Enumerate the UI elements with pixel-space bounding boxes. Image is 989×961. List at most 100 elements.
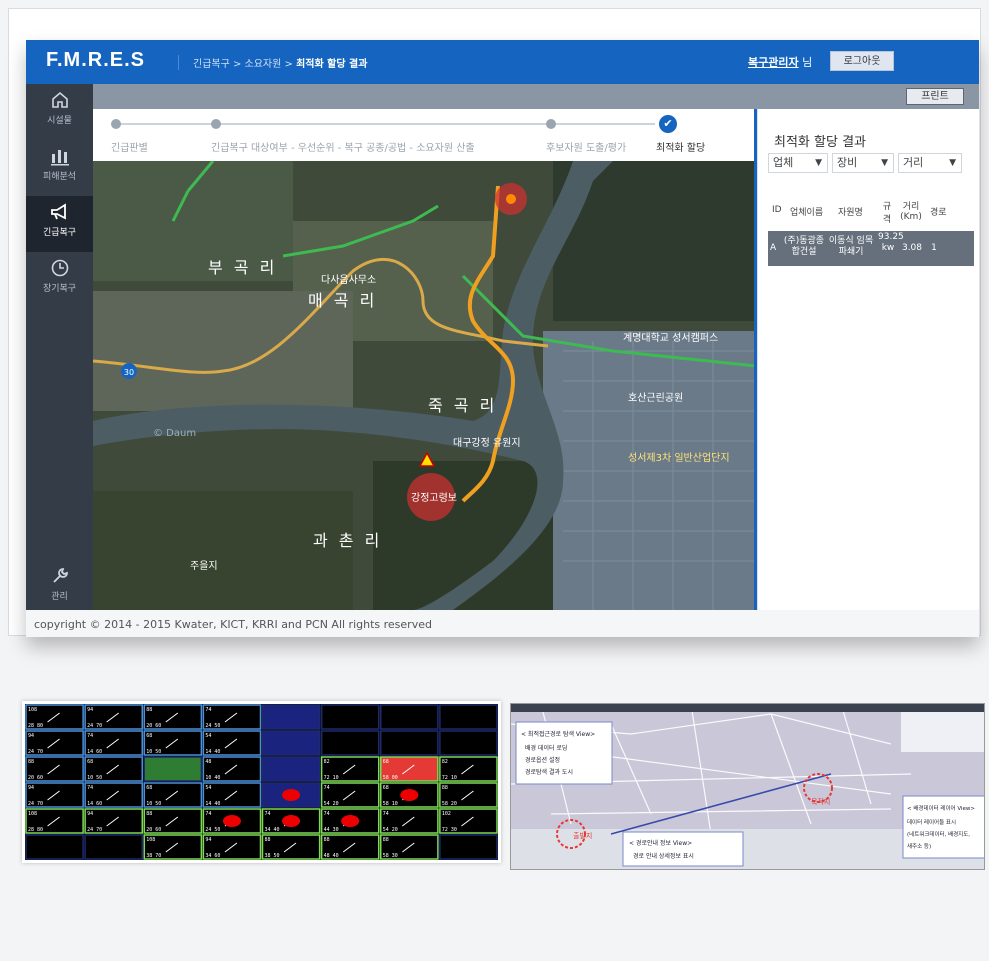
app-logo[interactable]: F.M.R.E.S [46, 49, 145, 72]
sidebar-label: 시설물 [47, 116, 72, 126]
step-label[interactable]: 긴급판별 [111, 139, 148, 154]
grid-cell-value: 14 60 [87, 749, 102, 755]
grid-cell-value: 94 [28, 785, 34, 791]
map-poi: 주을지 [190, 560, 218, 572]
logout-button[interactable]: 로그아웃 [830, 51, 894, 71]
panel-title: 최적화 할당 결과 [774, 135, 866, 150]
grid-hazard-marker [341, 815, 360, 827]
print-button[interactable]: 프린트 [906, 88, 964, 105]
grid-cell-value: 24 50 [205, 827, 220, 833]
grid-cell [439, 704, 498, 730]
map-poi: 호산근린공원 [628, 392, 683, 404]
grid-cell-value: 38 50 [265, 853, 280, 859]
grid-cell-value: 74 [265, 811, 271, 817]
user-info: 복구관리자 님 [748, 54, 812, 70]
grid-cell-value: 94 [87, 707, 93, 713]
grid-cell-value: 24 70 [28, 801, 43, 807]
column-header: 거리(Km) [900, 202, 922, 222]
grid-cell [320, 730, 380, 756]
grid-cell-value: 10 40 [205, 775, 220, 781]
start-label: 출발지 [573, 831, 592, 840]
select-value: 업체 [773, 156, 794, 169]
map-label: 매 곡 리 [308, 291, 377, 310]
grid-cell-value: 68 [146, 785, 152, 791]
box-item: (네트워크데이터, 배경지도, [907, 830, 970, 838]
sidebar-item-facilities[interactable]: 시설물 [26, 84, 93, 140]
grid-cell-value: 48 [205, 759, 211, 765]
sidebar: 시설물 피해분석 긴급복구 장기복구 관리 [26, 84, 93, 610]
table-row[interactable]: A (주)동광종합건설 이동식 임목파쇄기 93.25 kw 3.08 1 [768, 231, 974, 266]
grid-cell-value: 58 10 [383, 801, 398, 807]
box-item: 경로옵션 설정 [525, 756, 560, 764]
box-title: < 최적접근경로 탐색 View> [521, 730, 595, 738]
result-panel: 최적화 할당 결과 업체 ▼ 장비 ▼ 거리 ▼ ID 업체이름 자원명 규격 거리(… [757, 109, 979, 610]
grid-hazard-marker [222, 815, 241, 827]
grid-hazard-marker [282, 789, 301, 801]
box-item: 배경 데이터 로딩 [525, 744, 567, 752]
grid-cell-value: 24 50 [205, 723, 220, 729]
road-number: 30 [124, 368, 134, 377]
destination-label: 목적지 [811, 797, 830, 806]
grid-cell-value: 68 [383, 785, 389, 791]
grid-cell-value: 88 [28, 759, 34, 765]
select-value: 장비 [837, 156, 858, 169]
grid-cell-value: 24 70 [28, 749, 43, 755]
filter-equipment-select[interactable]: 장비 ▼ [832, 153, 894, 173]
filter-distance-select[interactable]: 거리 ▼ [898, 153, 962, 173]
grid-cell-value: 94 [28, 733, 34, 739]
map-label: 과 촌 리 [313, 531, 382, 550]
satellite-map[interactable]: 30 부 곡 리 매 곡 리 죽 곡 리 과 촌 리 다사읍사무소 계명대학교 … [93, 161, 756, 610]
sidebar-item-admin[interactable]: 관리 [26, 560, 93, 616]
grid-cell-value: 20 60 [28, 775, 43, 781]
wrench-icon [52, 568, 68, 583]
grid-cell [380, 704, 439, 730]
sidebar-item-emergency-recovery[interactable]: 긴급복구 [26, 196, 93, 252]
grid-cell-value: 58 20 [442, 801, 457, 807]
filter-company-select[interactable]: 업체 ▼ [768, 153, 828, 173]
sidebar-label: 관리 [51, 592, 68, 602]
step-dot [111, 119, 121, 129]
grid-cell-value: 48 40 [324, 853, 339, 859]
grid-cell-value: 94 [87, 811, 93, 817]
step-dot [546, 119, 556, 129]
grid-cell-value: 54 [205, 785, 211, 791]
step-dot [211, 119, 221, 129]
box-item: 경로탐색 결과 도시 [525, 768, 573, 776]
box-title: < 배경데이터 레이어 View> [907, 804, 975, 812]
select-value: 거리 [903, 156, 924, 169]
grid-cell-value: 24 70 [87, 723, 102, 729]
grid-cell-value: 58 30 [383, 853, 398, 859]
step-label[interactable]: 후보자원 도출/평가 [546, 139, 626, 154]
map-poi: 다사읍사무소 [321, 274, 376, 286]
grid-cell-value: 24 70 [87, 827, 102, 833]
sidebar-label: 피해분석 [42, 172, 77, 182]
map-canvas[interactable]: 30 부 곡 리 매 곡 리 죽 곡 리 과 촌 리 다사읍사무소 계명대학교 … [93, 161, 756, 610]
sidebar-item-long-term-recovery[interactable]: 장기복구 [26, 252, 93, 308]
map-label: 부 곡 리 [208, 258, 277, 277]
column-header: 자원명 [838, 208, 863, 218]
grid-hazard-marker [400, 789, 419, 801]
grid-cell-value: 10 50 [87, 775, 102, 781]
user-suffix: 님 [798, 56, 813, 69]
breadcrumb-current: 최적화 할당 결과 [296, 59, 368, 70]
app-window: F.M.R.E.S 긴급복구 > 소요자원 > 최적화 할당 결과 복구관리자 … [26, 40, 979, 637]
grid-cell-value: 94 [205, 837, 211, 843]
user-name[interactable]: 복구관리자 [748, 56, 799, 69]
grid-cell-value: 20 60 [146, 723, 161, 729]
grid-cell-value: 72 10 [442, 775, 457, 781]
grid-cell [380, 730, 439, 756]
grid-cell-value: 58 00 [383, 775, 398, 781]
step-label[interactable]: 긴급복구 대상여부 - 우선순위 - 복구 공종/공법 - 소요자원 산출 [211, 139, 475, 154]
grid-cell-value: 10 50 [146, 749, 161, 755]
map-watermark: © Daum [153, 428, 196, 439]
step-label-current[interactable]: 최적화 할당 [656, 139, 705, 154]
grid-cell [143, 756, 203, 782]
box-item: 새주소 등) [907, 842, 931, 850]
progress-steps: ✔ 긴급판별 긴급복구 대상여부 - 우선순위 - 복구 공종/공법 - 소요자… [93, 109, 756, 161]
sidebar-item-damage-analysis[interactable]: 피해분석 [26, 140, 93, 196]
map-poi: 강정고령보 [411, 492, 457, 504]
bar-chart-icon [50, 150, 69, 166]
grid-cell [439, 730, 498, 756]
grid-cell-value: 38 70 [146, 853, 161, 859]
column-header: 경로 [930, 208, 947, 218]
